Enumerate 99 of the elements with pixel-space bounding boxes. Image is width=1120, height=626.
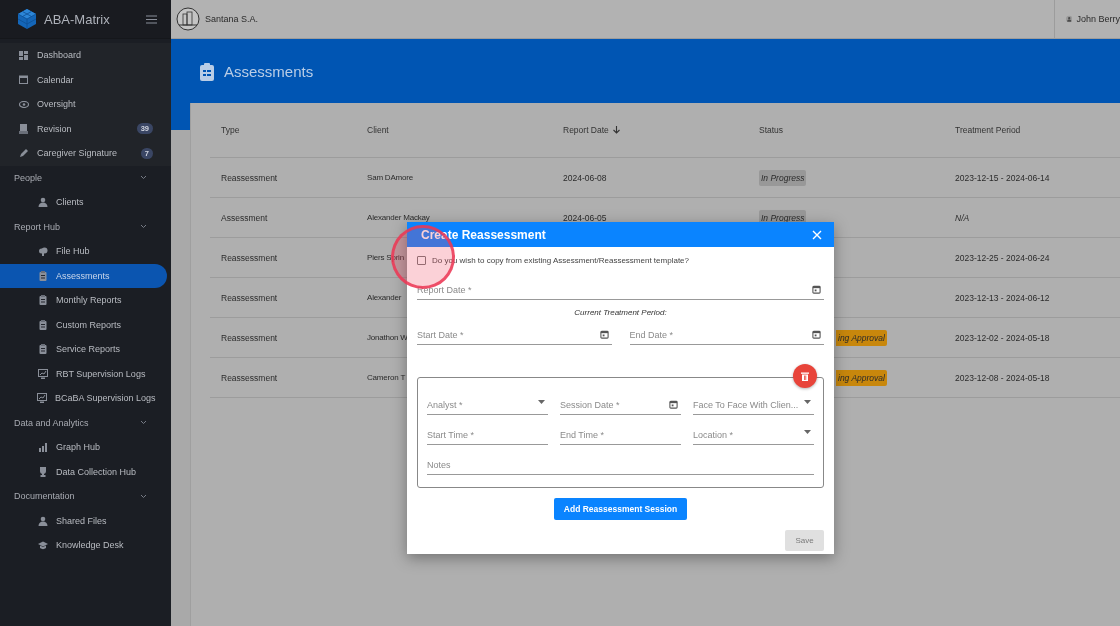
text-field[interactable]: End Time * [560,425,681,445]
section-header[interactable]: Documentation [0,484,171,509]
table-cell: Sam DAmore [367,173,413,182]
date-field[interactable]: End Date * [629,325,824,345]
cloud-icon [37,246,48,257]
trash-icon[interactable] [801,371,809,381]
date-field[interactable]: Report Date * [417,280,824,300]
table-cell: 2023-12-25 - 2024-06-24 [955,252,1050,263]
document-icon [19,123,28,134]
table-cell: Assessment [221,212,268,223]
calendar-icon[interactable] [812,285,821,294]
sidebar-item[interactable]: Assessments [0,263,167,288]
report-icon [37,295,48,306]
table-cell: Reassessment [221,372,278,383]
column-header[interactable]: Status [748,125,944,135]
sidebar-item[interactable]: Data Collection Hub [0,459,167,484]
add-session-button[interactable]: Add Reassessment Session [553,498,688,520]
caret-icon[interactable] [538,400,545,404]
sidebar-item[interactable]: Knowledge Desk [0,533,167,558]
sidebar-item[interactable]: Service Reports [0,337,167,362]
column-header[interactable]: Client [356,125,552,135]
table-cell: 2023-12-15 - 2024-06-14 [955,172,1050,183]
clipboard-icon [200,63,214,81]
hat-icon [37,540,48,551]
status-tag: ing Approval [836,329,887,346]
cube-logo-icon [16,8,38,30]
caret-icon[interactable] [804,430,811,434]
report-icon [37,319,48,330]
company-logo-icon [176,7,200,31]
sidebar-item[interactable]: Clients [0,190,167,215]
sidebar-item[interactable]: Shared Files [0,508,167,533]
table-cell: N/A [955,212,970,223]
checkbox[interactable] [417,256,426,265]
date-field[interactable]: Start Date * [417,325,612,345]
chevron-down-icon[interactable] [140,224,147,230]
dropdown-field[interactable]: Face To Face With Clien... [693,395,814,415]
chevron-down-icon[interactable] [140,175,147,181]
sidebar-item[interactable]: File Hub [0,239,167,264]
column-header[interactable]: Type [210,125,356,135]
table-cell: Reassessment [221,292,278,303]
table-cell: 2023-12-02 - 2024-05-18 [955,332,1050,343]
eye-icon [18,100,29,108]
chevron-down-icon[interactable] [140,420,147,426]
column-header[interactable]: Report Date [552,125,748,135]
company-name: Santana S.A. [205,14,260,24]
dropdown-field[interactable]: Analyst * [427,395,548,415]
monitor-icon [37,393,47,404]
table-cell: Cameron T [367,373,406,382]
calendar-icon[interactable] [812,330,821,339]
table-cell: 2024-06-08 [563,172,607,183]
delete-button[interactable] [793,364,817,388]
trophy-icon [37,466,48,477]
sidebar-item[interactable]: BCaBA Supervision Logs [0,386,167,411]
dashboard-icon [19,50,28,60]
sidebar-item[interactable]: Monthly Reports [0,288,167,313]
calendar-icon[interactable] [669,400,678,409]
calendar-icon[interactable] [599,330,609,339]
dropdown-field[interactable]: Location * [693,425,814,445]
menu-icon[interactable] [146,14,157,24]
sidebar-item[interactable]: RBT Supervision Logs [0,361,167,386]
person-icon [37,515,48,526]
sidebar-item[interactable]: Graph Hub [0,435,167,460]
chart-icon [37,442,48,453]
sidebar-item[interactable]: Oversight [0,92,171,117]
monitor-icon [37,368,48,379]
section-label: Current Treatment Period: [574,308,667,317]
page-title: Assessments [224,63,314,80]
table-cell: 2023-12-13 - 2024-06-12 [955,292,1050,303]
section-header[interactable]: Data and Analytics [0,410,171,435]
sidebar-item[interactable]: Custom Reports [0,312,167,337]
table-cell: Reassessment [221,332,278,343]
table-cell: Piers Sprin [367,253,404,262]
pen-icon [18,148,29,158]
date-field[interactable]: Session Date * [560,395,681,415]
sidebar-item[interactable]: Calendar [0,67,171,92]
sidebar-item[interactable]: Dashboard [0,43,171,68]
table-cell: 2024-06-05 [563,212,607,223]
table-cell: 2023-12-08 - 2024-05-18 [955,372,1050,383]
status-tag: ing Approval [836,369,887,386]
user-name[interactable]: John Berry [1076,14,1120,24]
column-header[interactable]: Treatment Period [944,125,1120,135]
status-tag: In Progress [759,169,807,186]
section-header[interactable]: People [0,165,171,190]
report-icon [37,344,48,355]
sort-arrow-icon[interactable] [612,126,620,134]
table-cell: Reassessment [221,252,278,263]
table-cell: Alexander Mackay [367,213,430,222]
text-field[interactable]: Start Time * [427,425,548,445]
section-header[interactable]: Report Hub [0,214,171,239]
clipboard-icon [37,270,48,281]
notes-field[interactable]: Notes [427,455,814,475]
person-icon [37,197,48,208]
calendar-icon [19,75,28,85]
app-logo-text: ABA-Matrix [44,11,111,27]
caret-icon[interactable] [804,400,811,404]
table-cell: Alexander [367,293,402,302]
table-cell: Reassessment [221,172,278,183]
close-icon[interactable] [812,229,822,240]
chevron-down-icon[interactable] [140,493,147,499]
